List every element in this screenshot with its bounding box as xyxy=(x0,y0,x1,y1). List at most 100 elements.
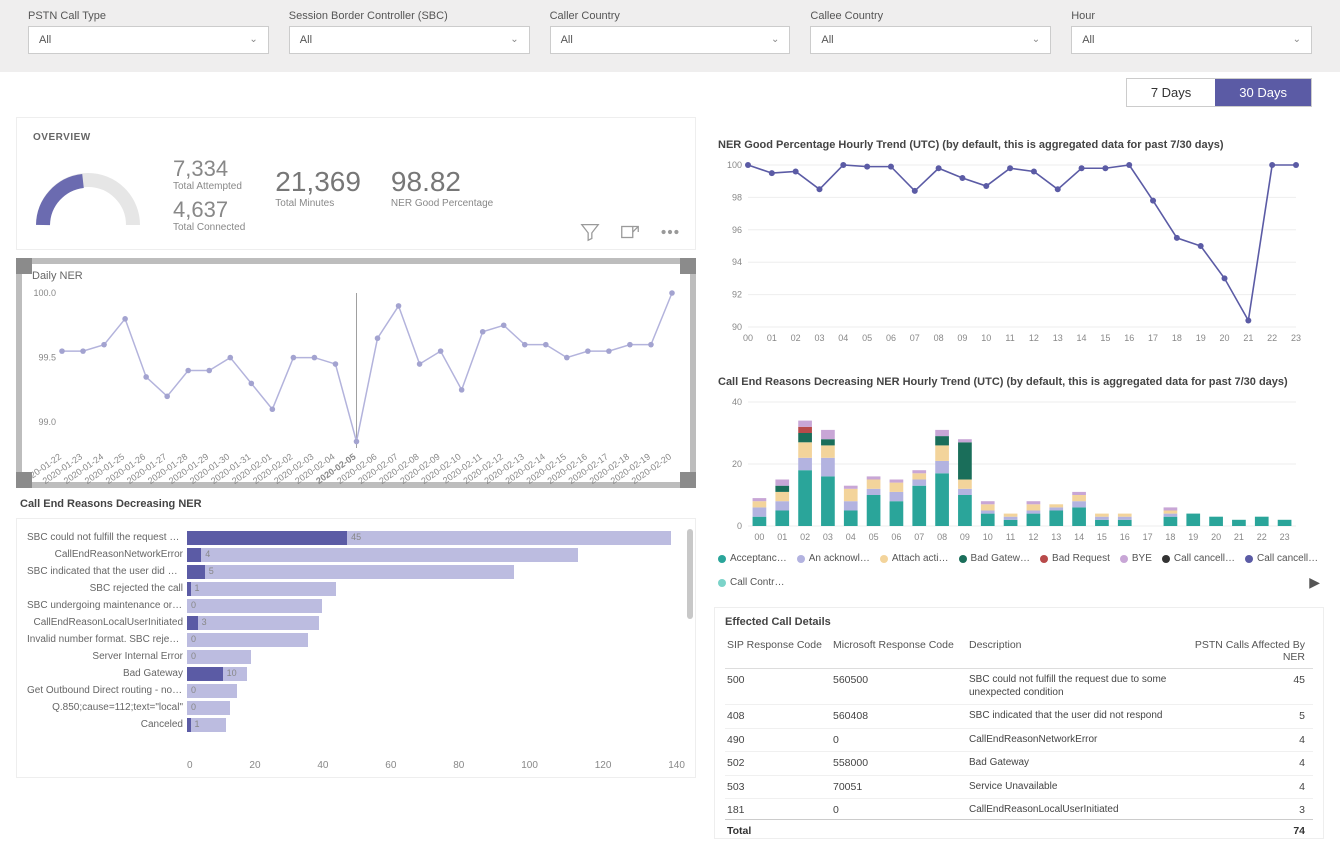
table-row[interactable]: 502558000Bad Gateway4 xyxy=(725,752,1313,776)
legend-item[interactable]: Call cancell… xyxy=(1162,553,1235,564)
period-30days[interactable]: 30 Days xyxy=(1215,79,1311,106)
svg-text:92: 92 xyxy=(732,290,742,300)
svg-text:09: 09 xyxy=(960,532,970,542)
legend-item[interactable]: BYE xyxy=(1120,553,1152,564)
svg-text:07: 07 xyxy=(914,532,924,542)
kpi-minutes-label: Total Minutes xyxy=(275,198,361,209)
legend-item[interactable]: Bad Request xyxy=(1040,553,1110,564)
hbar-row[interactable]: SBC undergoing maintenance or te…0 xyxy=(27,597,685,614)
filter-icon[interactable] xyxy=(579,221,601,243)
hbar-row[interactable]: Bad Gateway10 xyxy=(27,665,685,682)
reasons-hourly-plot[interactable]: 0204000010203040506070809101112131415161… xyxy=(714,396,1304,546)
svg-text:01: 01 xyxy=(767,333,777,343)
ner-hourly-title: NER Good Percentage Hourly Trend (UTC) (… xyxy=(714,117,1324,159)
svg-text:90: 90 xyxy=(732,322,742,332)
svg-text:05: 05 xyxy=(862,333,872,343)
hbar-row[interactable]: Canceled1 xyxy=(27,716,685,733)
more-options-icon[interactable] xyxy=(659,221,681,243)
svg-text:10: 10 xyxy=(981,333,991,343)
reasons-hourly-card: Call End Reasons Decreasing NER Hourly T… xyxy=(714,366,1324,593)
period-toggle: 7 Days 30 Days xyxy=(1126,78,1312,107)
kpi-ner-label: NER Good Percentage xyxy=(391,198,493,209)
chevron-down-icon: ⌄ xyxy=(249,27,257,53)
hbar-row[interactable]: SBC could not fulfill the request due…45 xyxy=(27,529,685,546)
svg-text:16: 16 xyxy=(1124,333,1134,343)
legend-item[interactable]: Bad Gatew… xyxy=(959,553,1030,564)
hbar-row[interactable]: Invalid number format. SBC rejected…0 xyxy=(27,631,685,648)
svg-text:09: 09 xyxy=(957,333,967,343)
reasons-bar-chart[interactable]: SBC could not fulfill the request due…45… xyxy=(16,518,696,778)
filter-select-hour[interactable]: All⌄ xyxy=(1071,26,1312,54)
svg-text:17: 17 xyxy=(1148,333,1158,343)
overview-card: OVERVIEW 7,334 Total Attempted 4,637 Tot… xyxy=(16,117,696,250)
legend-item[interactable]: Call cancell… xyxy=(1245,553,1318,564)
svg-text:04: 04 xyxy=(838,333,848,343)
chevron-down-icon: ⌄ xyxy=(1032,27,1040,53)
hbar-row[interactable]: Get Outbound Direct routing - no tr…0 xyxy=(27,682,685,699)
filter-select-callee[interactable]: All⌄ xyxy=(810,26,1051,54)
svg-text:23: 23 xyxy=(1280,532,1290,542)
filter-select-pstn[interactable]: All⌄ xyxy=(28,26,269,54)
hbar-row[interactable]: SBC indicated that the user did not r…5 xyxy=(27,563,685,580)
filter-sbc: Session Border Controller (SBC) All⌄ xyxy=(289,10,530,54)
filter-select-caller[interactable]: All⌄ xyxy=(550,26,791,54)
svg-text:15: 15 xyxy=(1100,333,1110,343)
hbar-row[interactable]: Server Internal Error0 xyxy=(27,648,685,665)
scrollbar[interactable] xyxy=(687,529,693,619)
legend-item[interactable]: Call Contr… xyxy=(718,577,784,588)
svg-text:05: 05 xyxy=(869,532,879,542)
svg-text:14: 14 xyxy=(1074,532,1084,542)
daily-ner-chart[interactable]: Daily NER 99.099.5100.02020-01-222020-01… xyxy=(16,258,696,488)
svg-text:02: 02 xyxy=(800,532,810,542)
table-row[interactable]: 4900CallEndReasonNetworkError4 xyxy=(725,729,1313,753)
focus-mode-icon[interactable] xyxy=(619,221,641,243)
kpi-attempted-label: Total Attempted xyxy=(173,181,245,192)
period-row: 7 Days 30 Days xyxy=(0,72,1340,107)
filter-pstn-call-type: PSTN Call Type All⌄ xyxy=(28,10,269,54)
visual-toolbar xyxy=(579,221,681,243)
legend-item[interactable]: Attach acti… xyxy=(880,553,949,564)
svg-text:19: 19 xyxy=(1196,333,1206,343)
effected-call-details: Effected Call Details SIP Response Code … xyxy=(714,607,1324,839)
kpi-connected-value: 4,637 xyxy=(173,198,245,222)
table-header[interactable]: SIP Response Code Microsoft Response Cod… xyxy=(725,634,1313,669)
svg-text:02: 02 xyxy=(791,333,801,343)
hbar-row[interactable]: CallEndReasonNetworkError4 xyxy=(27,546,685,563)
svg-text:18: 18 xyxy=(1172,333,1182,343)
daily-ner-plot: 99.099.5100.02020-01-222020-01-232020-01… xyxy=(32,288,680,488)
svg-text:12: 12 xyxy=(1028,532,1038,542)
filter-label: PSTN Call Type xyxy=(28,10,269,22)
chevron-down-icon: ⌄ xyxy=(510,27,518,53)
table-row[interactable]: 408560408SBC indicated that the user did… xyxy=(725,705,1313,729)
hbar-row[interactable]: Q.850;cause=112;text="local"0 xyxy=(27,699,685,716)
table-row[interactable]: 500560500SBC could not fulfill the reque… xyxy=(725,669,1313,705)
svg-text:04: 04 xyxy=(846,532,856,542)
svg-text:16: 16 xyxy=(1120,532,1130,542)
svg-text:14: 14 xyxy=(1077,333,1087,343)
svg-text:0: 0 xyxy=(737,521,742,531)
ner-hourly-plot[interactable]: 9092949698100000102030405060708091011121… xyxy=(714,159,1304,349)
legend-item[interactable]: An acknowl… xyxy=(797,553,870,564)
legend-next-icon[interactable]: ▶ xyxy=(1309,574,1320,591)
ner-hourly-card: NER Good Percentage Hourly Trend (UTC) (… xyxy=(714,117,1324,352)
period-7days[interactable]: 7 Days xyxy=(1127,79,1215,106)
table-row[interactable]: 1810CallEndReasonLocalUserInitiated3 xyxy=(725,799,1313,819)
svg-text:08: 08 xyxy=(934,333,944,343)
svg-text:12: 12 xyxy=(1029,333,1039,343)
filter-bar: PSTN Call Type All⌄ Session Border Contr… xyxy=(0,0,1340,72)
svg-text:06: 06 xyxy=(891,532,901,542)
svg-text:94: 94 xyxy=(732,257,742,267)
legend: Acceptanc… An acknowl… Attach acti… Bad Gat… xyxy=(714,549,1324,593)
table-total-row: Total 74 xyxy=(725,819,1313,842)
table-title: Effected Call Details xyxy=(725,616,1313,634)
svg-text:21: 21 xyxy=(1234,532,1244,542)
hbar-row[interactable]: SBC rejected the call1 xyxy=(27,580,685,597)
legend-item[interactable]: Acceptanc… xyxy=(718,553,787,564)
svg-text:20: 20 xyxy=(732,459,742,469)
svg-text:40: 40 xyxy=(732,397,742,407)
table-row[interactable]: 50370051Service Unavailable4 xyxy=(725,776,1313,800)
kpi-connected-label: Total Connected xyxy=(173,222,245,233)
hbar-row[interactable]: CallEndReasonLocalUserInitiated3 xyxy=(27,614,685,631)
svg-text:100.0: 100.0 xyxy=(33,288,56,298)
filter-select-sbc[interactable]: All⌄ xyxy=(289,26,530,54)
